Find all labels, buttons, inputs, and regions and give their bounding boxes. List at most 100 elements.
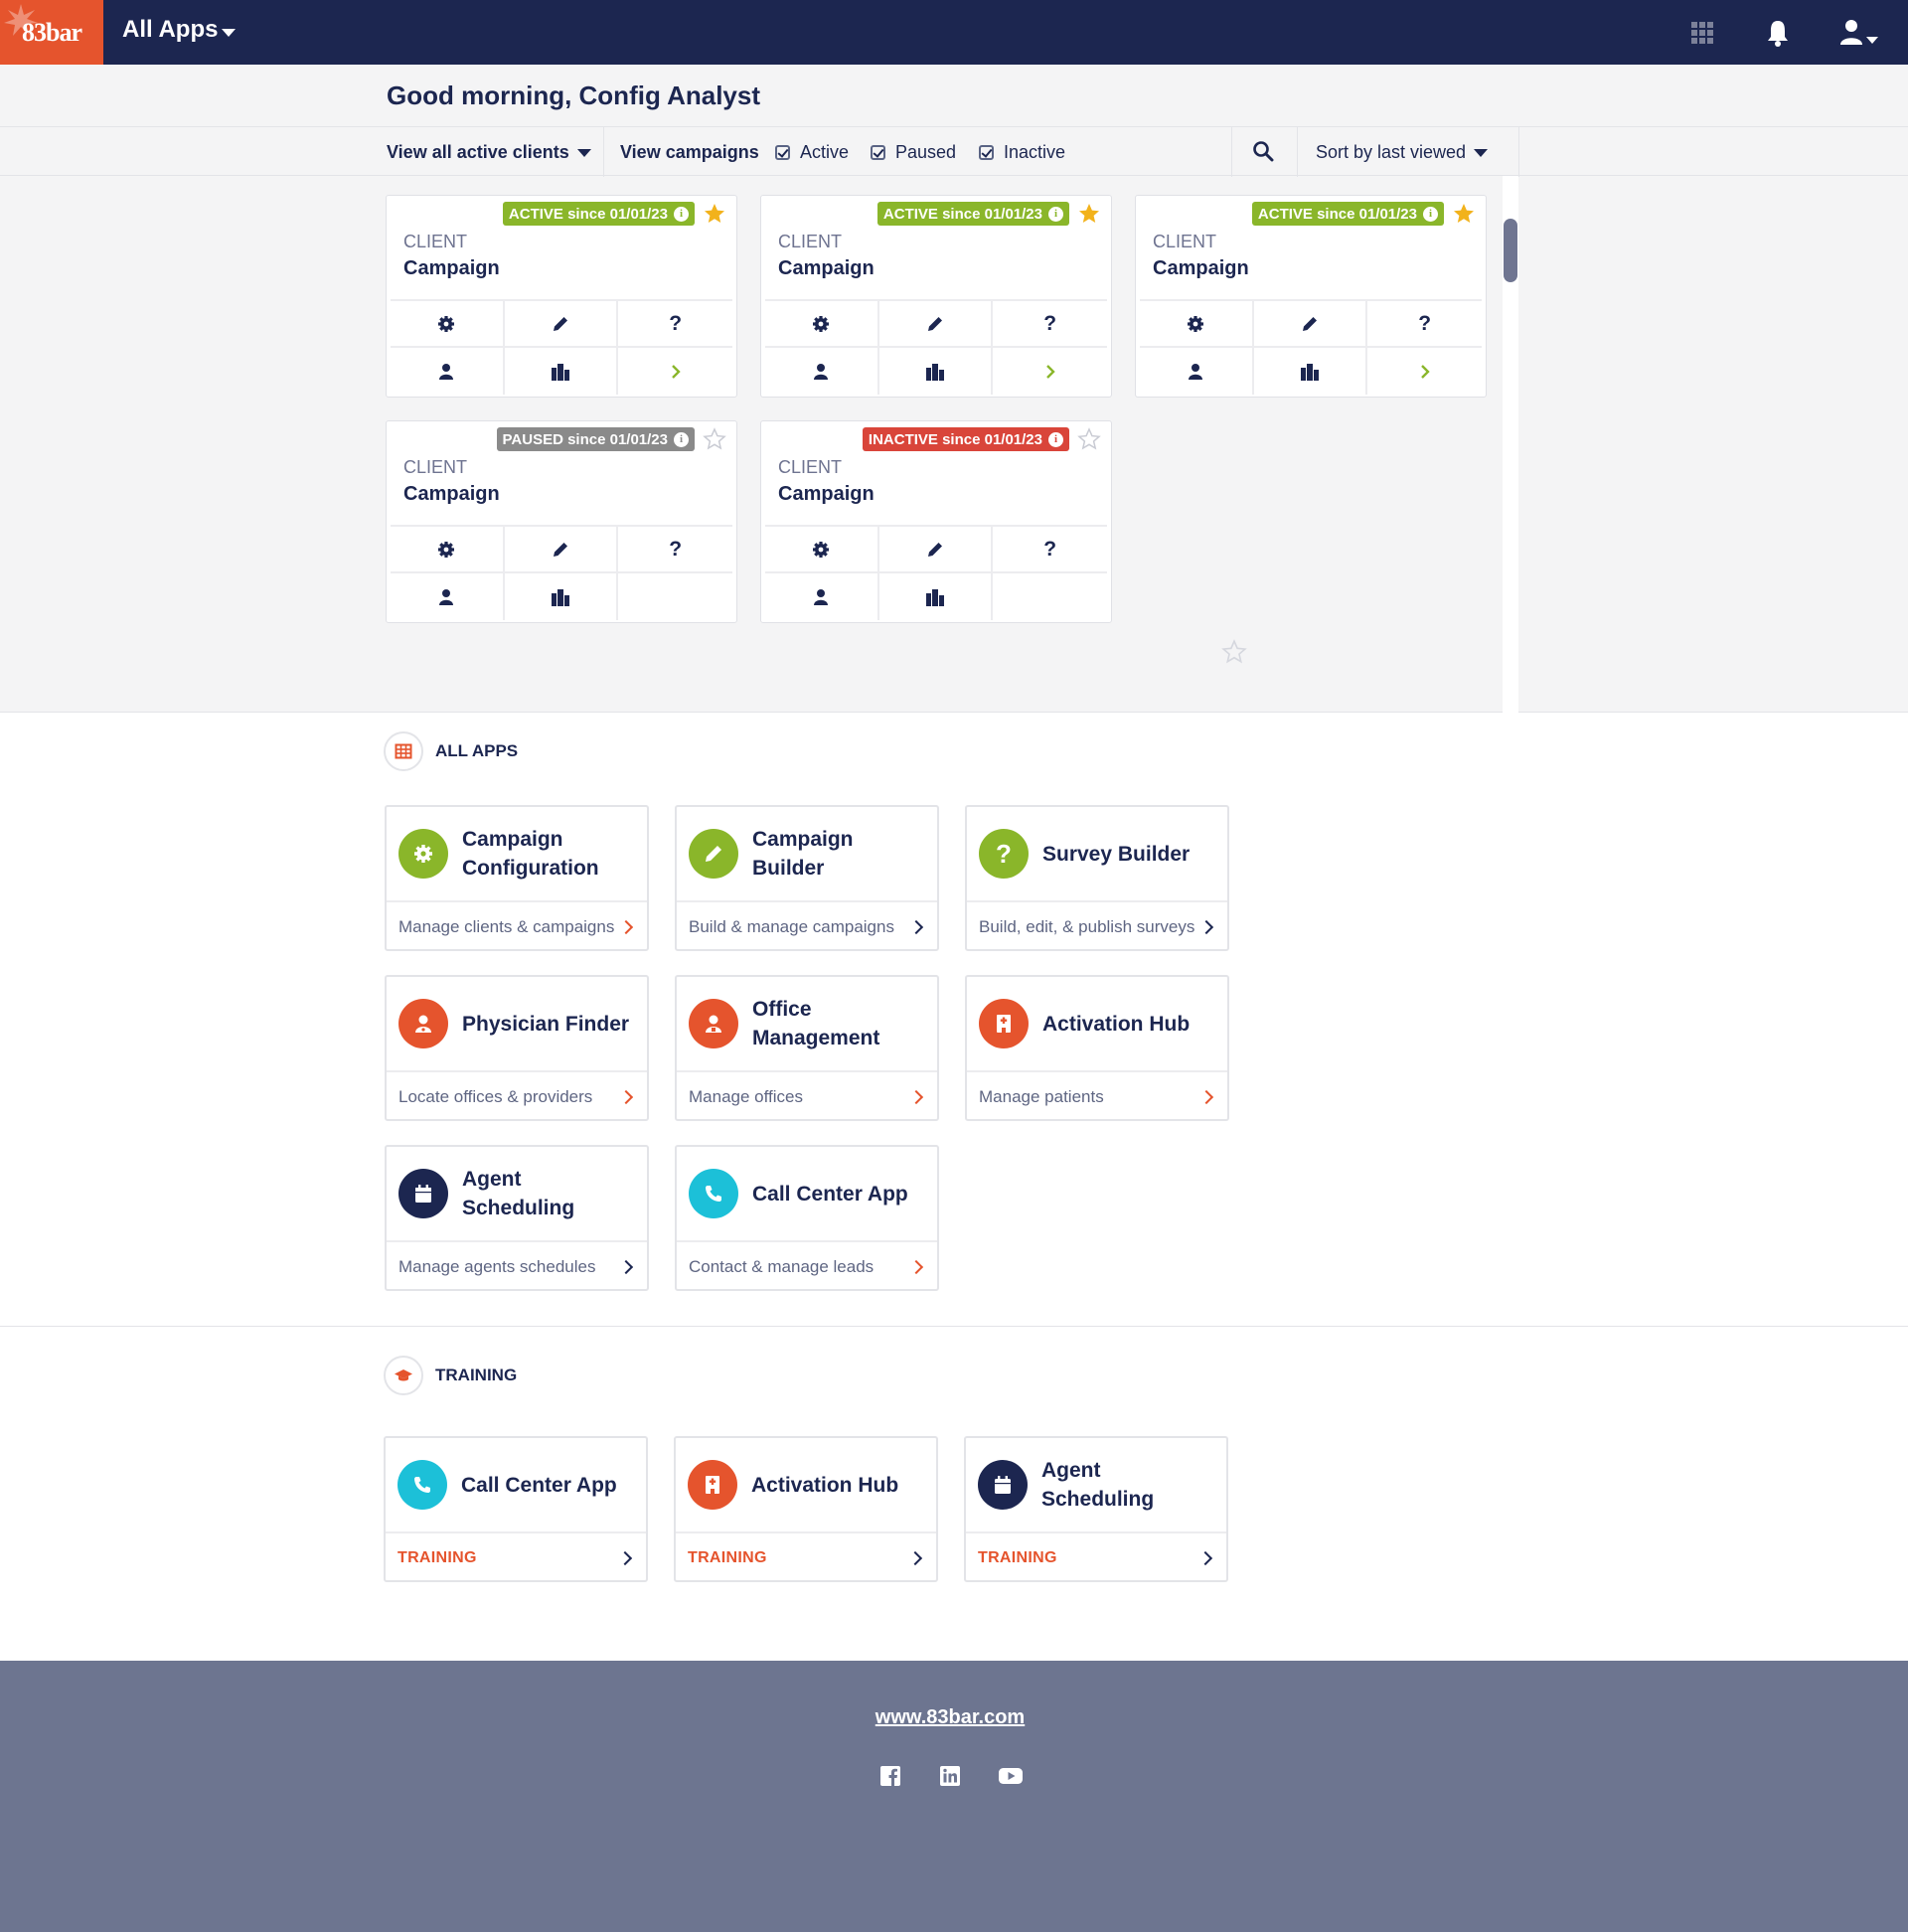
info-icon[interactable]: i: [1048, 206, 1063, 222]
star-outline-icon[interactable]: [703, 427, 726, 451]
edit-action[interactable]: [878, 527, 994, 573]
app-card-header: Physician Finder: [387, 977, 647, 1072]
facebook-icon[interactable]: [878, 1764, 902, 1788]
app-card-link[interactable]: Manage patients: [979, 1072, 1215, 1121]
pencil-icon: [706, 846, 721, 862]
physician-action[interactable]: [391, 573, 505, 620]
training-link[interactable]: TRAINING: [978, 1533, 1214, 1582]
configure-action[interactable]: [391, 527, 505, 573]
training-link[interactable]: TRAINING: [688, 1533, 924, 1582]
open-campaign-action[interactable]: [993, 348, 1107, 395]
app-title-line: Call Center App: [752, 1182, 908, 1206]
search-icon[interactable]: [1252, 140, 1274, 162]
app-card-campaign-builder[interactable]: Campaign Builder Build & manage campaign…: [675, 805, 939, 951]
info-icon[interactable]: i: [674, 206, 689, 222]
edit-action[interactable]: [504, 527, 619, 573]
survey-action[interactable]: ?: [618, 527, 732, 573]
brand-logo[interactable]: 83bar: [0, 0, 103, 65]
app-card-office-management[interactable]: Office Management Manage offices: [675, 975, 939, 1121]
campaign-card[interactable]: PAUSED since 01/01/23 i CLIENT Campaign …: [386, 420, 737, 623]
star-outline-icon[interactable]: [1077, 427, 1101, 451]
campaign-card[interactable]: ACTIVE since 01/01/23 i CLIENT Campaign …: [1135, 195, 1487, 398]
sort-dropdown[interactable]: Sort by last viewed: [1316, 127, 1489, 177]
app-title-line: Builder: [752, 857, 825, 880]
open-campaign-action[interactable]: [618, 348, 732, 395]
office-action[interactable]: [879, 573, 994, 620]
physician-action[interactable]: [765, 348, 879, 395]
training-card-activation-hub[interactable]: Activation Hub TRAINING: [674, 1436, 938, 1582]
app-card-link[interactable]: Contact & manage leads: [689, 1242, 925, 1291]
physician-action[interactable]: [765, 573, 879, 620]
filter-bar: View all active clients View campaigns A…: [0, 126, 1908, 177]
app-description: Locate offices & providers: [398, 1086, 593, 1106]
app-card-survey-builder[interactable]: ? Survey Builder Build, edit, & publish …: [965, 805, 1229, 951]
edit-action[interactable]: [878, 301, 994, 348]
app-icon-badge: [688, 1460, 737, 1510]
configure-action[interactable]: [1140, 301, 1254, 348]
app-title: Office Management: [752, 995, 879, 1052]
info-icon[interactable]: i: [674, 431, 689, 447]
user-menu-icon[interactable]: [1836, 17, 1880, 49]
section-divider: [0, 1326, 1908, 1327]
office-action[interactable]: [505, 573, 619, 620]
star-outline-icon[interactable]: [1221, 639, 1247, 665]
clients-filter-dropdown[interactable]: View all active clients: [387, 127, 591, 177]
calendar-icon: [995, 1476, 1011, 1494]
youtube-icon[interactable]: [998, 1764, 1024, 1788]
grid-icon[interactable]: [1686, 17, 1718, 49]
app-card-link[interactable]: Manage clients & campaigns: [398, 902, 635, 951]
app-card-agent-scheduling[interactable]: Agent Scheduling Manage agents schedules: [385, 1145, 649, 1291]
training-link[interactable]: TRAINING: [398, 1533, 634, 1582]
campaign-card[interactable]: ACTIVE since 01/01/23 i CLIENT Campaign …: [760, 195, 1112, 398]
page-footer: www.83bar.com: [0, 1661, 1908, 1932]
active-checkbox[interactable]: Active: [775, 127, 849, 177]
app-title: Agent Scheduling: [462, 1165, 574, 1222]
star-filled-icon[interactable]: [1077, 202, 1101, 226]
app-icon-badge: [398, 829, 448, 879]
info-icon[interactable]: i: [1423, 206, 1438, 222]
training-card-agent-scheduling[interactable]: Agent Scheduling TRAINING: [964, 1436, 1228, 1582]
divider: [1297, 127, 1298, 177]
app-card-activation-hub[interactable]: Activation Hub Manage patients: [965, 975, 1229, 1121]
campaign-card[interactable]: ACTIVE since 01/01/23 i CLIENT Campaign …: [386, 195, 737, 398]
app-card-link[interactable]: Build & manage campaigns: [689, 902, 925, 951]
physician-action[interactable]: [1140, 348, 1254, 395]
open-campaign-action[interactable]: [1367, 348, 1482, 395]
office-action[interactable]: [1254, 348, 1368, 395]
paused-checkbox[interactable]: Paused: [871, 127, 956, 177]
survey-action[interactable]: ?: [618, 301, 732, 348]
scrollbar-thumb[interactable]: [1504, 219, 1517, 282]
configure-action[interactable]: [391, 301, 505, 348]
app-card-link[interactable]: Manage agents schedules: [398, 1242, 635, 1291]
chevron-right-icon: [908, 919, 924, 934]
office-action[interactable]: [879, 348, 994, 395]
campaign-card[interactable]: INACTIVE since 01/01/23 i CLIENT Campaig…: [760, 420, 1112, 623]
app-card-link[interactable]: Manage offices: [689, 1072, 925, 1121]
star-filled-icon[interactable]: [1452, 202, 1476, 226]
app-description: Manage agents schedules: [398, 1256, 596, 1276]
configure-action[interactable]: [765, 527, 879, 573]
physician-action[interactable]: [391, 348, 505, 395]
bell-icon[interactable]: [1762, 17, 1794, 49]
status-badge: ACTIVE since 01/01/23 i: [502, 202, 695, 226]
configure-action[interactable]: [765, 301, 879, 348]
app-card-link[interactable]: Build, edit, & publish surveys: [979, 902, 1215, 951]
inactive-checkbox[interactable]: Inactive: [979, 127, 1065, 177]
survey-action[interactable]: ?: [993, 301, 1107, 348]
survey-action[interactable]: ?: [993, 527, 1107, 573]
app-card-link[interactable]: Locate offices & providers: [398, 1072, 635, 1121]
info-icon[interactable]: i: [1048, 431, 1063, 447]
edit-action[interactable]: [504, 301, 619, 348]
website-link[interactable]: www.83bar.com: [0, 1706, 1900, 1729]
app-card-physician-finder[interactable]: Physician Finder Locate offices & provid…: [385, 975, 649, 1121]
training-card-call-center[interactable]: Call Center App TRAINING: [384, 1436, 648, 1582]
app-card-campaign-configuration[interactable]: Campaign Configuration Manage clients & …: [385, 805, 649, 951]
pencil-icon: [927, 542, 942, 557]
edit-action[interactable]: [1253, 301, 1368, 348]
app-switcher-dropdown[interactable]: All Apps: [122, 16, 237, 44]
office-action[interactable]: [505, 348, 619, 395]
app-card-call-center[interactable]: Call Center App Contact & manage leads: [675, 1145, 939, 1291]
star-filled-icon[interactable]: [703, 202, 726, 226]
linkedin-icon[interactable]: [938, 1764, 962, 1788]
survey-action[interactable]: ?: [1367, 301, 1482, 348]
